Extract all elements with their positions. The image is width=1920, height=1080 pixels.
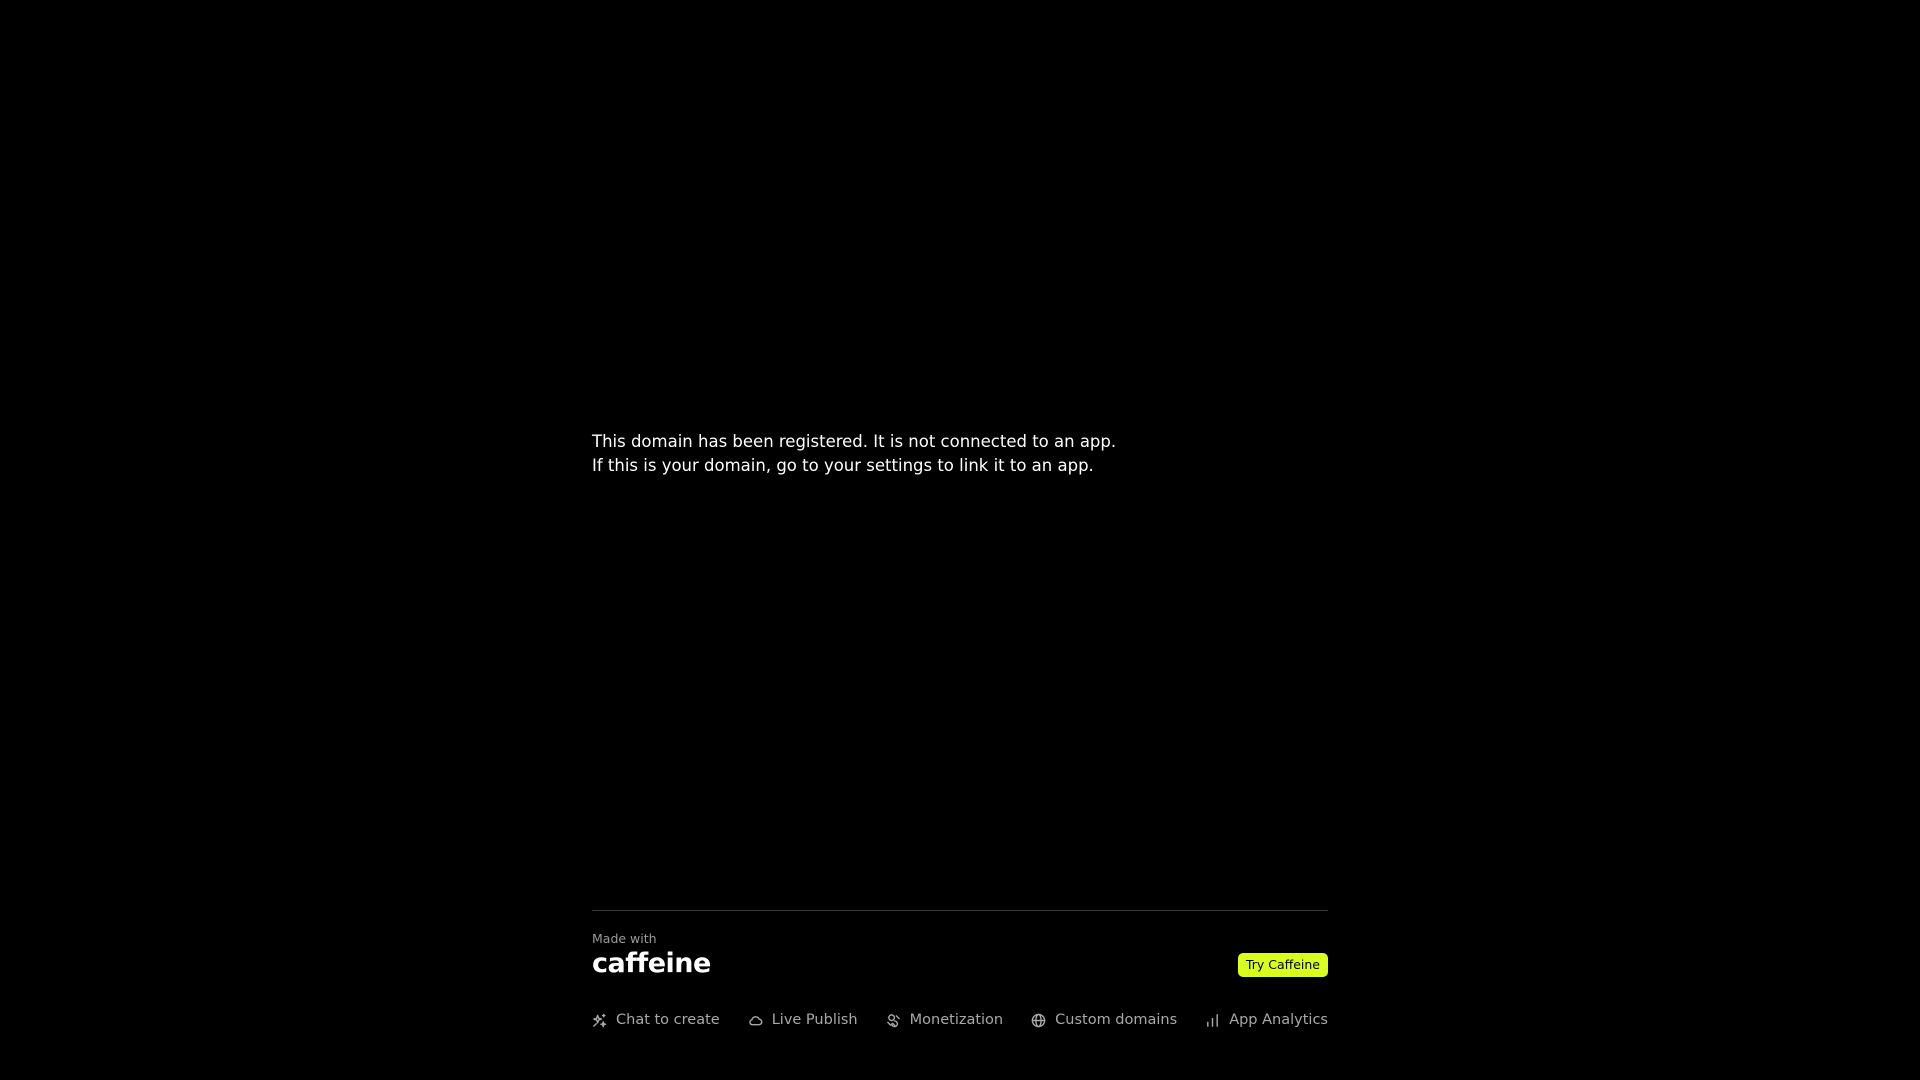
caffeine-logo[interactable]: caffeine bbox=[592, 949, 711, 979]
feature-app-analytics[interactable]: App Analytics bbox=[1205, 1011, 1328, 1029]
message-line-1: This domain has been registered. It is n… bbox=[592, 432, 1117, 451]
feature-label: Live Publish bbox=[771, 1012, 858, 1028]
domain-message: This domain has been registered. It is n… bbox=[592, 430, 1328, 478]
footer: Made with caffeine Try Caffeine Chat to … bbox=[592, 910, 1328, 1028]
bar-chart-icon bbox=[1205, 1013, 1220, 1028]
feature-label: App Analytics bbox=[1229, 1012, 1328, 1028]
brand-row: Made with caffeine Try Caffeine bbox=[592, 911, 1328, 983]
coins-icon bbox=[886, 1013, 901, 1028]
feature-chat-to-create[interactable]: Chat to create bbox=[592, 1011, 720, 1029]
feature-monetization[interactable]: Monetization bbox=[886, 1011, 1003, 1029]
try-caffeine-button[interactable]: Try Caffeine bbox=[1237, 953, 1328, 977]
cloud-icon bbox=[748, 1013, 763, 1028]
feature-label: Custom domains bbox=[1055, 1012, 1178, 1028]
globe-icon bbox=[1031, 1013, 1046, 1028]
page: This domain has been registered. It is n… bbox=[0, 0, 1920, 1080]
feature-label: Chat to create bbox=[616, 1012, 720, 1028]
feature-custom-domains[interactable]: Custom domains bbox=[1031, 1011, 1177, 1029]
made-with-label: Made with bbox=[592, 931, 657, 946]
feature-label: Monetization bbox=[909, 1012, 1004, 1028]
sparkles-icon bbox=[592, 1013, 607, 1028]
message-line-2: If this is your domain, go to your setti… bbox=[592, 456, 1094, 475]
feature-live-publish[interactable]: Live Publish bbox=[748, 1011, 858, 1029]
feature-list: Chat to create Live Publish Monetization… bbox=[592, 1011, 1328, 1029]
